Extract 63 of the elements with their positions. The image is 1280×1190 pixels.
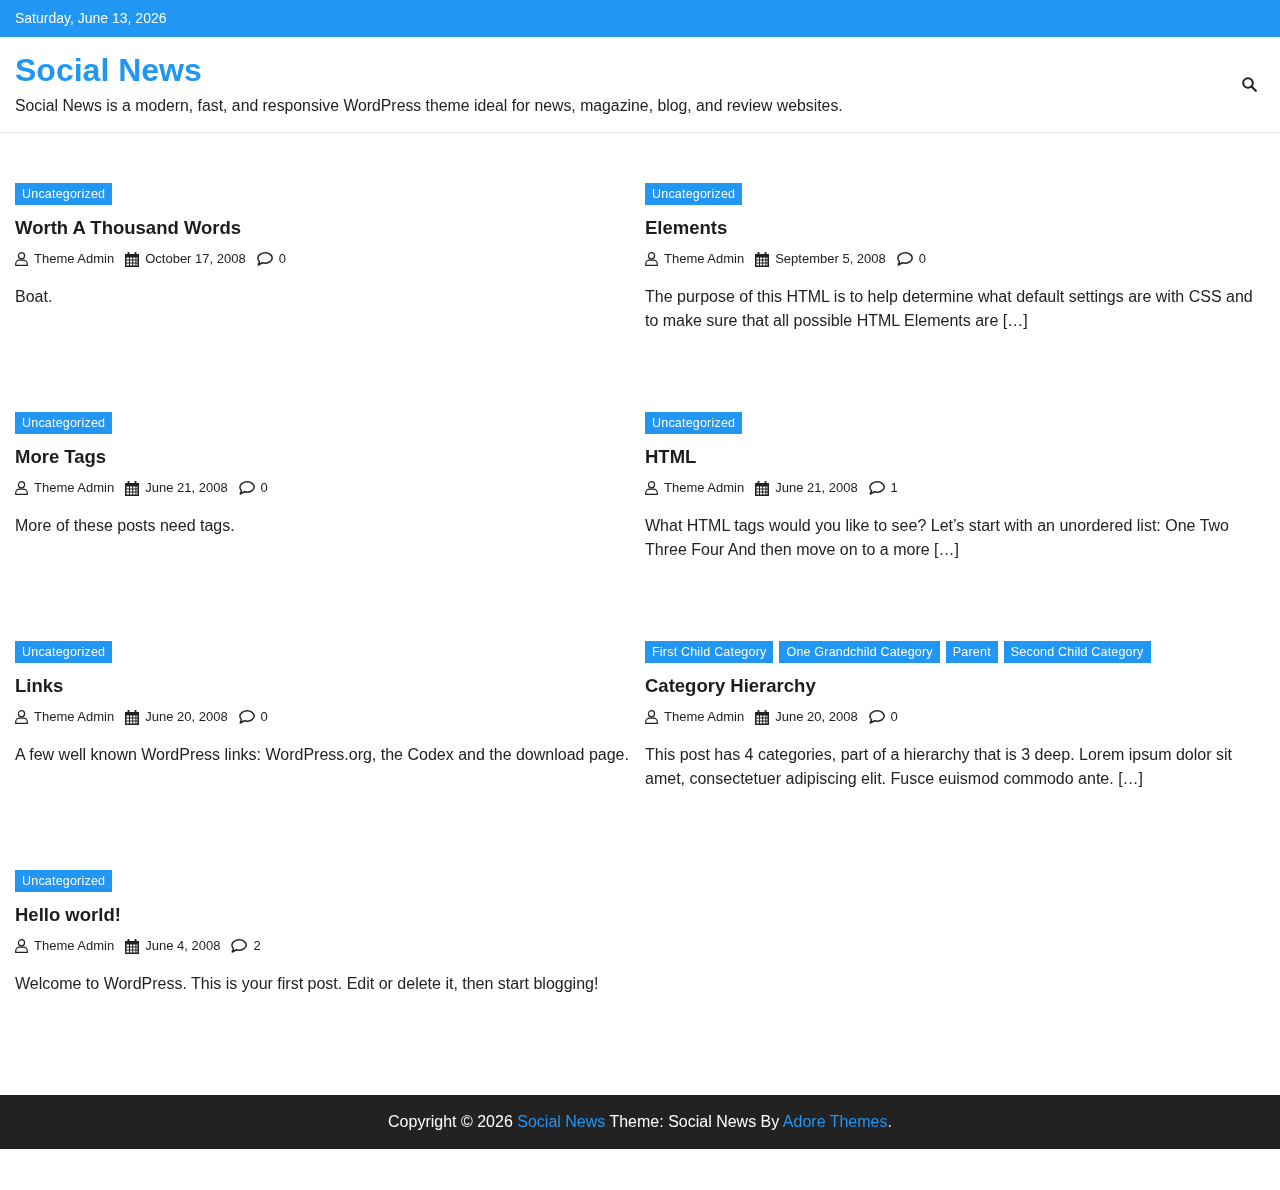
post-date-link[interactable]: June 21, 2008 [145,479,228,497]
user-icon [15,939,28,953]
calendar-icon [125,938,140,954]
author-link[interactable]: Theme Admin [34,250,115,268]
comment-icon [238,710,255,724]
post-excerpt: What HTML tags would you like to see? Let’s start with an unordered list: One Two Three Four And then move on to a more […] [645,516,1230,560]
comment-icon [256,252,273,266]
user-icon [645,710,658,724]
comment-icon [238,481,255,495]
author-link[interactable]: Theme Admin [34,479,115,497]
comment-icon [868,710,885,724]
post-date-link[interactable]: October 17, 2008 [145,250,246,268]
footer-link[interactable]: Social News [517,1113,606,1130]
calendar-icon [125,480,140,496]
post-excerpt: A few well known WordPress links: WordPress.org, the Codex and the download page. [15,745,630,765]
calendar-icon [125,251,140,267]
post-title[interactable]: Worth A Thousand Words [15,216,242,240]
calendar-icon [755,480,770,496]
author-link[interactable]: Theme Admin [664,708,745,726]
calendar-icon [125,709,140,725]
post-date-link[interactable]: June 4, 2008 [145,937,221,955]
comment-count-link[interactable]: 2 [253,937,261,955]
comment-count-link[interactable]: 1 [890,479,898,497]
site-tagline: Social News is a modern, fast, and responsive WordPress theme ideal for news, magazine, blog, and review websites. [15,96,843,116]
author-link[interactable]: Theme Admin [34,937,115,955]
comment-icon [896,252,913,266]
post-date-link[interactable]: June 20, 2008 [775,708,858,726]
post-title[interactable]: Hello world! [15,903,121,927]
post-excerpt: The purpose of this HTML is to help determine what default settings are with CSS and to make sure that all possible HTML Elements are […] [645,287,1254,331]
comment-count-link[interactable]: 0 [260,479,268,497]
copyright-text: Copyright © 2026 Social News Theme: Social News By Adore Themes. [388,1112,892,1132]
post-title[interactable]: HTML [645,445,697,469]
post-excerpt: This post has 4 categories, part of a hierarchy that is 3 deep. Lorem ipsum dolor sit amet, consectetuer adipiscing elit. Fusce euismod commodo ante. […] [645,745,1233,789]
comment-icon [231,939,248,953]
post-excerpt: Boat. [15,287,54,307]
post-date-link[interactable]: September 5, 2008 [775,250,886,268]
comment-count-link[interactable]: 0 [260,708,268,726]
comment-count-link[interactable]: 0 [918,250,926,268]
search-button[interactable] [1242,76,1257,92]
user-icon [15,481,28,495]
current-date: Saturday, June 13, 2026 [15,9,167,28]
comment-count-link[interactable]: 0 [890,708,898,726]
user-icon [645,481,658,495]
author-link[interactable]: Theme Admin [664,250,745,268]
user-icon [15,252,28,266]
post-title[interactable]: Elements [645,216,728,240]
calendar-icon [755,709,770,725]
post-date-link[interactable]: June 21, 2008 [775,479,858,497]
post-date-link[interactable]: June 20, 2008 [145,708,228,726]
post-title[interactable]: Links [15,674,64,698]
search-icon [1242,76,1257,92]
post-excerpt: More of these posts need tags. [15,516,236,536]
post-excerpt: Welcome to WordPress. This is your first post. Edit or delete it, then start blogging! [15,974,600,994]
user-icon [645,252,658,266]
footer-link[interactable]: Adore Themes [782,1113,888,1130]
post-title[interactable]: More Tags [15,445,107,469]
comment-count-link[interactable]: 0 [278,250,286,268]
user-icon [15,710,28,724]
post-title[interactable]: Category Hierarchy [645,674,816,698]
author-link[interactable]: Theme Admin [34,708,115,726]
comment-icon [868,481,885,495]
author-link[interactable]: Theme Admin [664,479,745,497]
calendar-icon [755,251,770,267]
